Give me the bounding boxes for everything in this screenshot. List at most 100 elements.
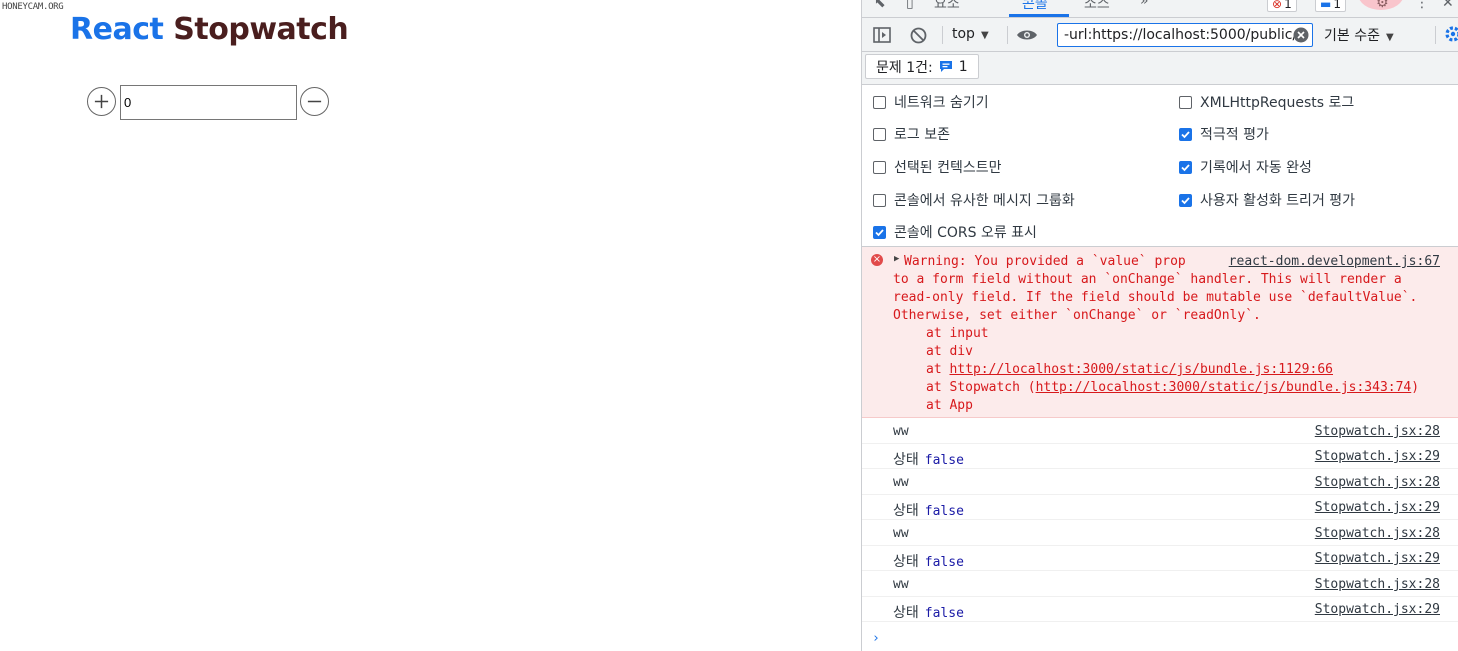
console-prompt[interactable]: › — [872, 631, 880, 646]
log-text: ww — [893, 475, 909, 490]
log-row[interactable]: 상태 false Stopwatch.jsx:29 — [862, 597, 1458, 622]
counter-input[interactable] — [120, 85, 297, 120]
checkbox-checked[interactable] — [1179, 160, 1192, 174]
log-message: 상태 false — [893, 500, 964, 520]
more-tabs-button[interactable]: » — [1140, 0, 1149, 9]
tab-sources[interactable]: 소스 — [1084, 0, 1110, 13]
setting-autocomplete-history[interactable]: 기록에서 자동 완성 — [1179, 157, 1312, 177]
log-row[interactable]: 상태 false Stopwatch.jsx:29 — [862, 546, 1458, 571]
log-row[interactable]: ww Stopwatch.jsx:28 — [862, 419, 1458, 444]
log-level-select[interactable]: 기본 수준 ▼ — [1324, 25, 1394, 45]
stack-frame: at http://localhost:3000/static/js/bundl… — [926, 362, 1333, 377]
stack-frame-link[interactable]: http://localhost:3000/static/js/bundle.j… — [1036, 380, 1412, 395]
issue-message-icon — [939, 61, 952, 72]
active-tab-indicator — [1009, 14, 1069, 17]
log-source-link[interactable]: Stopwatch.jsx:28 — [1315, 475, 1440, 490]
toolbar-separator — [1007, 26, 1008, 44]
log-source-link[interactable]: Stopwatch.jsx:29 — [1315, 449, 1440, 464]
checkbox[interactable] — [873, 95, 886, 109]
setting-label: 적극적 평가 — [1200, 127, 1269, 143]
error-icon: × — [871, 254, 883, 266]
stack-frame: at App — [926, 398, 973, 413]
checkbox[interactable] — [873, 160, 886, 174]
message-count-badge[interactable]: ▬ 1 — [1315, 0, 1346, 12]
toolbar-separator — [942, 26, 943, 44]
minus-icon — [307, 100, 322, 103]
checkmark-icon — [1181, 163, 1190, 171]
decrement-button[interactable] — [300, 87, 329, 116]
setting-log-xhr[interactable]: XMLHttpRequests 로그 — [1179, 92, 1354, 112]
expand-triangle-icon[interactable]: ▶ — [894, 254, 899, 264]
log-level-value: 기본 수준 — [1324, 28, 1380, 44]
tab-console[interactable]: 콘솔 — [1022, 0, 1048, 13]
log-row[interactable]: ww Stopwatch.jsx:28 — [862, 521, 1458, 546]
context-select[interactable]: top ▼ — [952, 26, 989, 42]
log-row[interactable]: 상태 false Stopwatch.jsx:29 — [862, 495, 1458, 520]
setting-eager-evaluation[interactable]: 적극적 평가 — [1179, 124, 1269, 144]
stack-frame: at input — [926, 326, 989, 341]
log-row[interactable]: ww Stopwatch.jsx:28 — [862, 572, 1458, 597]
setting-preserve-log[interactable]: 로그 보존 — [873, 124, 950, 144]
error-text: read-only field. If the field should be … — [893, 290, 1418, 305]
clear-console-icon[interactable] — [908, 25, 928, 45]
setting-cors-errors[interactable]: 콘솔에 CORS 오류 표시 — [873, 222, 1037, 242]
checkbox[interactable] — [873, 127, 886, 141]
tab-elements[interactable]: 요소 — [934, 0, 960, 13]
log-message: 상태 false — [893, 551, 964, 571]
kebab-menu-icon[interactable]: ⋮ — [1415, 0, 1429, 11]
error-text: to a form field without an `onChange` ha… — [893, 272, 1402, 287]
error-message[interactable]: × ▶ Warning: You provided a `value` prop… — [862, 247, 1458, 418]
checkmark-icon — [1181, 196, 1190, 204]
setting-user-activation-eval[interactable]: 사용자 활성화 트리거 평가 — [1179, 190, 1355, 210]
console-settings-gear-icon[interactable] — [1443, 25, 1458, 47]
setting-label: XMLHttpRequests 로그 — [1200, 95, 1355, 111]
log-value: false — [924, 606, 964, 621]
error-source-link[interactable]: react-dom.development.js:67 — [1229, 254, 1440, 269]
checkbox-checked[interactable] — [1179, 127, 1192, 141]
settings-gear-icon[interactable]: ⚙ — [1376, 0, 1389, 11]
checkbox-checked[interactable] — [873, 225, 886, 239]
error-count: 1 — [1284, 0, 1292, 11]
close-devtools-icon[interactable]: ✕ — [1442, 0, 1454, 11]
chevron-down-icon: ▼ — [1385, 32, 1394, 43]
error-count-badge[interactable]: ⊗ 1 — [1267, 0, 1297, 12]
setting-label: 콘솔에서 유사한 메시지 그룹화 — [894, 193, 1075, 209]
stack-frame-suffix: ) — [1411, 380, 1420, 395]
log-source-link[interactable]: Stopwatch.jsx:28 — [1315, 577, 1440, 592]
stack-frame: at div — [926, 344, 973, 359]
log-row[interactable]: 상태 false Stopwatch.jsx:29 — [862, 444, 1458, 469]
checkbox[interactable] — [873, 193, 886, 207]
log-source-link[interactable]: Stopwatch.jsx:28 — [1315, 424, 1440, 439]
setting-hide-network[interactable]: 네트워크 숨기기 — [873, 92, 989, 112]
console-output: × ▶ Warning: You provided a `value` prop… — [862, 247, 1458, 651]
device-toolbar-icon[interactable]: ▯ — [906, 0, 914, 11]
setting-group-similar[interactable]: 콘솔에서 유사한 메시지 그룹화 — [873, 190, 1075, 210]
log-text: ww — [893, 424, 909, 439]
stack-frame-prefix: at Stopwatch ( — [926, 380, 1036, 395]
title-word-react: React — [70, 12, 164, 47]
log-source-link[interactable]: Stopwatch.jsx:29 — [1315, 602, 1440, 617]
log-source-link[interactable]: Stopwatch.jsx:29 — [1315, 551, 1440, 566]
log-message: ww — [893, 424, 909, 439]
checkbox[interactable] — [1179, 95, 1192, 109]
log-value: false — [924, 555, 964, 570]
clear-filter-icon[interactable] — [1293, 27, 1309, 43]
setting-selected-context-only[interactable]: 선택된 컨텍스트만 — [873, 157, 1002, 177]
error-text: Otherwise, set either `onChange` or `rea… — [893, 308, 1261, 323]
log-source-link[interactable]: Stopwatch.jsx:28 — [1315, 526, 1440, 541]
issues-button[interactable]: 문제 1건: 1 — [865, 54, 979, 79]
log-row[interactable]: ww Stopwatch.jsx:28 — [862, 470, 1458, 495]
live-expression-eye-icon[interactable] — [1015, 25, 1039, 45]
page-title: React Stopwatch — [70, 12, 349, 47]
stack-frame: at Stopwatch (http://localhost:3000/stat… — [926, 380, 1419, 395]
log-text: 상태 — [893, 452, 919, 468]
log-text: ww — [893, 577, 909, 592]
checkbox-checked[interactable] — [1179, 193, 1192, 207]
console-filter-input[interactable] — [1058, 24, 1294, 46]
plus-icon — [94, 94, 109, 109]
log-source-link[interactable]: Stopwatch.jsx:29 — [1315, 500, 1440, 515]
sidebar-toggle-icon[interactable] — [872, 25, 892, 45]
inspect-element-icon[interactable]: ⬉ — [874, 0, 886, 11]
increment-button[interactable] — [87, 87, 116, 116]
stack-frame-link[interactable]: http://localhost:3000/static/js/bundle.j… — [949, 362, 1333, 377]
